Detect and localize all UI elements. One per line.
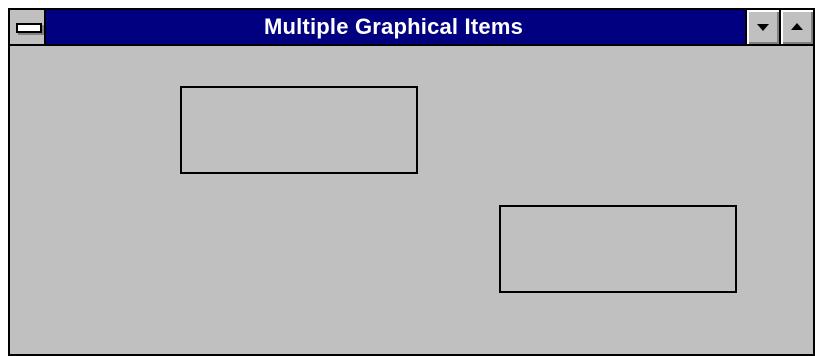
minimize-arrow-icon [757,24,769,31]
title-bar[interactable]: Multiple Graphical Items [10,10,813,46]
maximize-arrow-icon [791,23,803,30]
graphical-item-rectangle-1[interactable] [180,86,418,174]
system-menu-icon [16,23,42,33]
system-menu-button[interactable] [10,10,46,44]
application-window: Multiple Graphical Items [8,8,815,356]
client-area[interactable] [10,46,813,354]
minimize-button[interactable] [745,10,779,44]
graphical-item-rectangle-2[interactable] [499,205,737,293]
window-title: Multiple Graphical Items [263,14,524,39]
maximize-button[interactable] [779,10,813,44]
